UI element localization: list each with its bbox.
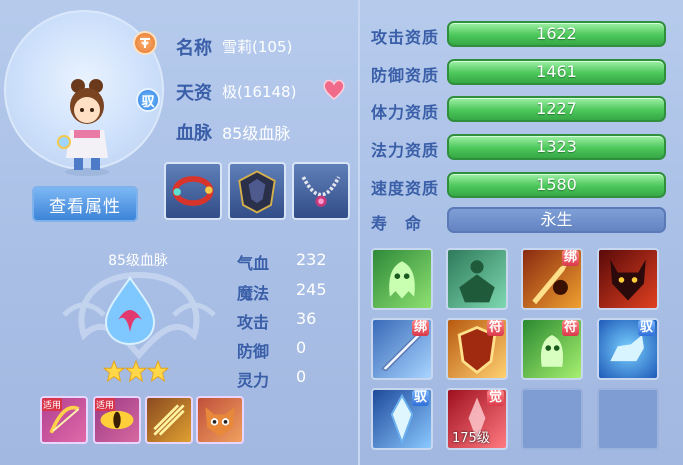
awaken-tag: 觉 bbox=[486, 390, 504, 406]
skill-slot-8[interactable]: 驭 bbox=[597, 318, 659, 380]
defense-stat-label: 防御 bbox=[237, 342, 270, 361]
info-icon[interactable] bbox=[133, 31, 157, 55]
golden-slash-skill-icon bbox=[153, 404, 185, 436]
tame-tag: 驭 bbox=[411, 390, 429, 406]
red-bracelet-icon bbox=[172, 176, 214, 206]
name-label: 名称 bbox=[176, 38, 212, 59]
skill-slot-1[interactable] bbox=[371, 248, 433, 310]
bloodline-skill-3[interactable] bbox=[145, 396, 193, 444]
column-divider bbox=[358, 0, 360, 465]
star-icon bbox=[103, 360, 125, 382]
attack-aptitude-label: 攻击资质 bbox=[371, 28, 440, 47]
talent-label: 天资 bbox=[176, 83, 212, 104]
bloodline-label: 血脉 bbox=[176, 123, 212, 144]
attack-aptitude-bar: 1622 bbox=[447, 21, 666, 47]
empty-skill-slot[interactable] bbox=[521, 388, 583, 450]
skill-slot-9[interactable]: 驭 bbox=[371, 388, 433, 450]
bind-tag: 绑 bbox=[561, 250, 579, 266]
spirit-stat-value: 0 bbox=[296, 367, 307, 386]
star-icon bbox=[147, 360, 169, 382]
skill-slot-2[interactable] bbox=[446, 248, 508, 310]
bloodline-skill-1[interactable]: 适用 bbox=[40, 396, 88, 444]
name-value: 雪莉(105) bbox=[222, 38, 293, 56]
green-ghost-skill-icon bbox=[389, 261, 415, 299]
mp-stat-value: 245 bbox=[296, 280, 327, 299]
stamina-aptitude-bar: 1227 bbox=[447, 96, 666, 122]
equip-slot-3[interactable] bbox=[292, 162, 350, 220]
magic-aptitude-label: 法力资质 bbox=[371, 141, 440, 160]
equip-slot-2[interactable] bbox=[228, 162, 286, 220]
defense-stat-value: 0 bbox=[296, 338, 307, 357]
pet-detail-panel: 驭 查看属性 名称 雪莉(105) 天资 极(16148) 血脉 85级血脉 8… bbox=[0, 0, 683, 465]
skill-slot-10[interactable]: 觉 175级 bbox=[446, 388, 508, 450]
skill-slot-3[interactable]: 绑 bbox=[521, 248, 583, 310]
applicable-badge: 适用 bbox=[95, 398, 116, 411]
bloodline-skill-2[interactable]: 适用 bbox=[93, 396, 141, 444]
star-icon bbox=[125, 360, 147, 382]
pet-character-icon bbox=[57, 79, 109, 176]
talisman-tag: 符 bbox=[561, 320, 579, 336]
speed-aptitude-bar: 1580 bbox=[447, 172, 666, 198]
tame-badge: 驭 bbox=[136, 88, 160, 112]
heart-icon[interactable] bbox=[322, 78, 346, 100]
stamina-aptitude-label: 体力资质 bbox=[371, 103, 440, 122]
tame-tag: 驭 bbox=[637, 320, 655, 336]
speed-aptitude-label: 速度资质 bbox=[371, 179, 440, 198]
fox-mask-skill-icon bbox=[205, 407, 235, 437]
skill-slot-5[interactable]: 绑 bbox=[371, 318, 433, 380]
attack-stat-value: 36 bbox=[296, 309, 317, 328]
hp-stat-label: 气血 bbox=[237, 254, 270, 273]
empty-skill-slot[interactable] bbox=[597, 388, 659, 450]
skill-slot-4[interactable] bbox=[597, 248, 659, 310]
blood-gem-icon[interactable] bbox=[104, 276, 156, 346]
bind-tag: 绑 bbox=[411, 320, 429, 336]
applicable-badge: 适用 bbox=[42, 398, 63, 411]
magic-aptitude-bar: 1323 bbox=[447, 134, 666, 160]
pearl-necklace-icon bbox=[301, 176, 341, 207]
attack-stat-label: 攻击 bbox=[237, 313, 270, 332]
lifespan-label: 寿 命 bbox=[371, 214, 423, 233]
talisman-tag: 符 bbox=[486, 320, 504, 336]
equip-slot-1[interactable] bbox=[164, 162, 222, 220]
bloodline-skill-4[interactable] bbox=[196, 396, 244, 444]
talent-value: 极(16148) bbox=[222, 83, 297, 101]
spirit-stat-label: 灵力 bbox=[237, 371, 270, 390]
hp-stat-value: 232 bbox=[296, 250, 327, 269]
demon-head-skill-icon bbox=[610, 259, 646, 301]
skill-slot-7[interactable]: 符 bbox=[521, 318, 583, 380]
lifespan-bar: 永生 bbox=[447, 207, 666, 233]
defense-aptitude-bar: 1461 bbox=[447, 59, 666, 85]
dark-armor-icon bbox=[238, 170, 276, 214]
skill-slot-6[interactable]: 符 bbox=[446, 318, 508, 380]
view-attributes-button[interactable]: 查看属性 bbox=[32, 186, 138, 222]
bloodline-value: 85级血脉 bbox=[222, 124, 291, 143]
defense-aptitude-label: 防御资质 bbox=[371, 66, 440, 85]
green-shadow-skill-icon bbox=[459, 260, 495, 303]
mp-stat-label: 魔法 bbox=[237, 284, 270, 303]
skill-level: 175级 bbox=[452, 431, 490, 446]
